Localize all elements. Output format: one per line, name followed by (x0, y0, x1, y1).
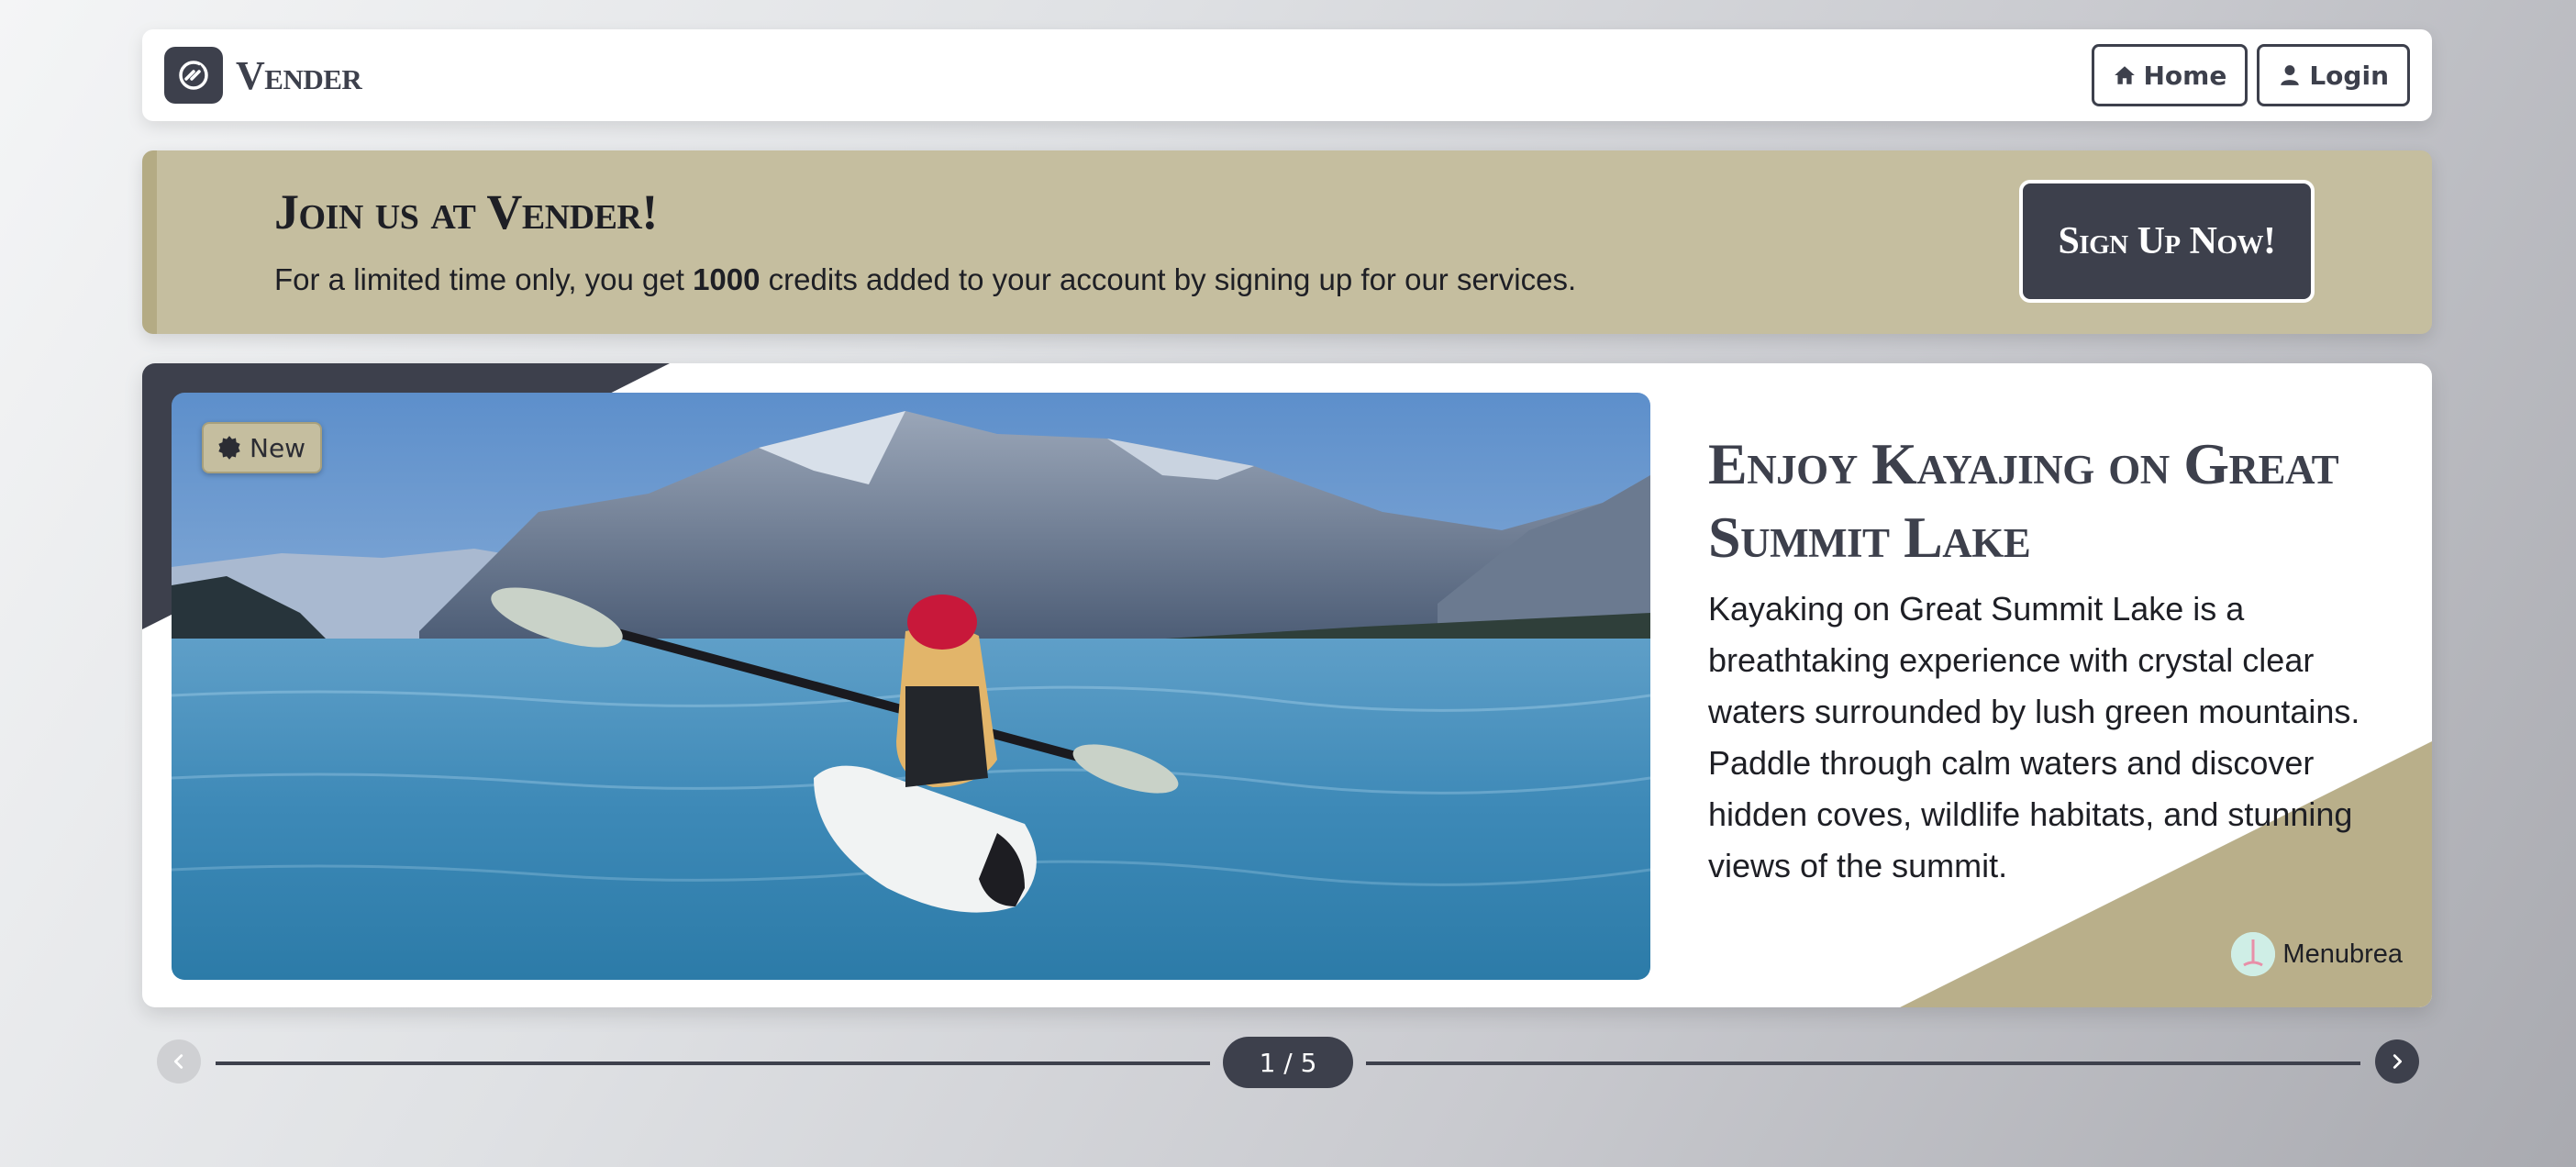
promo-text: For a limited time only, you get 1000 cr… (274, 262, 1576, 297)
brand-logo-icon (164, 47, 223, 104)
promo-title: Join us at Vender! (274, 184, 658, 239)
chevron-left-icon (173, 1054, 183, 1069)
home-icon (2114, 66, 2135, 84)
next-button[interactable] (2375, 1039, 2419, 1084)
home-button[interactable]: Home (2091, 44, 2248, 106)
signup-button[interactable]: Sign Up Now! (2019, 180, 2315, 303)
chevron-right-icon (2393, 1054, 2403, 1069)
seal-icon (218, 436, 240, 460)
prev-button[interactable] (157, 1039, 201, 1084)
card-description: Kayaking on Great Summit Lake is a breat… (1708, 590, 2360, 884)
author-name: Menubrea (2282, 939, 2403, 969)
kayak-photo (172, 393, 1650, 980)
login-button[interactable]: Login (2257, 44, 2410, 106)
author[interactable]: Menubrea (2231, 932, 2403, 976)
promo-text-after: credits added to your account by signing… (760, 262, 1577, 296)
new-badge-label: New (250, 432, 306, 463)
brand-name: Vender (236, 52, 362, 98)
promo-text-before: For a limited time only, you get (274, 262, 694, 296)
carousel-pager: 1 / 5 (157, 1037, 2419, 1088)
promo-banner: Join us at Vender! For a limited time on… (142, 150, 2432, 334)
nav-actions: Home Login (2091, 44, 2410, 106)
card-title: Enjoy Kayajing on Great Summit Lake (1708, 431, 2339, 570)
new-badge: New (202, 422, 323, 473)
navbar: Vender Home Login (142, 29, 2432, 121)
home-button-label: Home (2143, 60, 2227, 91)
promo-credits: 1000 (693, 262, 761, 296)
pager-track-left (216, 1061, 1210, 1065)
avatar (2231, 932, 2276, 976)
page-counter: 1 / 5 (1223, 1037, 1353, 1088)
pager-track-right (1366, 1061, 2360, 1065)
featured-card: New Enjoy Kayajing on Great Summit Lake … (142, 363, 2432, 1007)
brand[interactable]: Vender (164, 47, 362, 104)
login-button-label: Login (2309, 60, 2389, 91)
user-icon (2281, 65, 2300, 85)
